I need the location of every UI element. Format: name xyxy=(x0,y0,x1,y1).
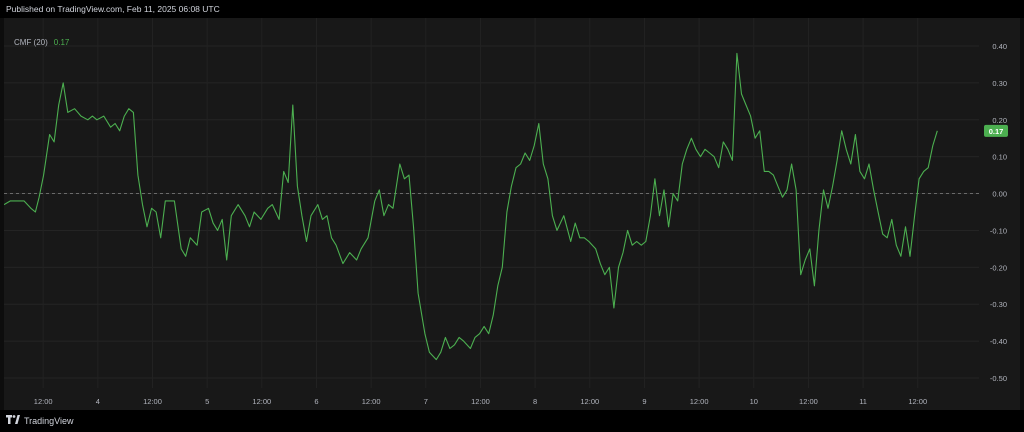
x-tick-label: 12:00 xyxy=(908,397,927,406)
footer-bar: TradingView xyxy=(0,410,1024,432)
x-tick-label: 12:00 xyxy=(471,397,490,406)
brand-name: TradingView xyxy=(24,416,74,426)
price-scale: 0.40 0.30 0.20 0.10 0.00 -0.10 -0.20 -0.30 -0.40… xyxy=(984,42,1008,383)
x-tick-label: 11 xyxy=(859,397,867,406)
x-tick-label: 12:00 xyxy=(580,397,599,406)
y-tick-label: -0.10 xyxy=(990,226,1007,235)
y-tick-label: 0.30 xyxy=(992,79,1007,88)
published-text: Published on TradingView.com, Feb 11, 20… xyxy=(6,4,220,14)
indicator-name: CMF (20) xyxy=(14,38,48,47)
y-tick-label: -0.20 xyxy=(990,263,1007,272)
indicator-value: 0.17 xyxy=(53,38,70,47)
last-value-label: 0.17 xyxy=(989,127,1004,136)
x-tick-label: 4 xyxy=(96,397,100,406)
y-tick-label: -0.50 xyxy=(990,374,1007,383)
x-tick-label: 12:00 xyxy=(799,397,818,406)
x-tick-label: 12:00 xyxy=(362,397,381,406)
y-tick-label: 0.00 xyxy=(992,190,1007,199)
indicator-legend[interactable]: CMF (20) 0.17 xyxy=(14,38,69,47)
x-tick-label: 12:00 xyxy=(143,397,162,406)
tradingview-brand[interactable]: TradingView xyxy=(0,415,74,427)
x-tick-label: 6 xyxy=(314,397,318,406)
series-layer xyxy=(4,52,938,361)
x-tick-label: 12:00 xyxy=(252,397,271,406)
cmf-chart[interactable]: 0.40 0.30 0.20 0.10 0.00 -0.10 -0.20 -0.30 -0.40… xyxy=(4,18,1020,410)
x-tick-label: 5 xyxy=(205,397,209,406)
y-tick-label: -0.40 xyxy=(990,337,1007,346)
published-header: Published on TradingView.com, Feb 11, 20… xyxy=(0,0,1024,18)
tradingview-logo-icon xyxy=(6,415,20,427)
chart-pane[interactable]: 0.40 0.30 0.20 0.10 0.00 -0.10 -0.20 -0.30 -0.40… xyxy=(4,18,1020,410)
x-tick-label: 12:00 xyxy=(34,397,53,406)
cmf-line xyxy=(4,52,938,361)
y-tick-label: 0.10 xyxy=(992,153,1007,162)
y-tick-label: 0.20 xyxy=(992,116,1007,125)
x-tick-label: 10 xyxy=(750,397,758,406)
y-tick-label: 0.40 xyxy=(992,42,1007,51)
time-scale: 12:00 4 12:00 5 12:00 6 12:00 7 12:00 8 12:00 9 12:0… xyxy=(34,397,927,406)
x-tick-label: 8 xyxy=(533,397,537,406)
x-tick-label: 9 xyxy=(642,397,646,406)
x-tick-label: 7 xyxy=(424,397,428,406)
grid-layer xyxy=(4,18,979,388)
x-tick-label: 12:00 xyxy=(690,397,709,406)
y-tick-label: -0.30 xyxy=(990,300,1007,309)
